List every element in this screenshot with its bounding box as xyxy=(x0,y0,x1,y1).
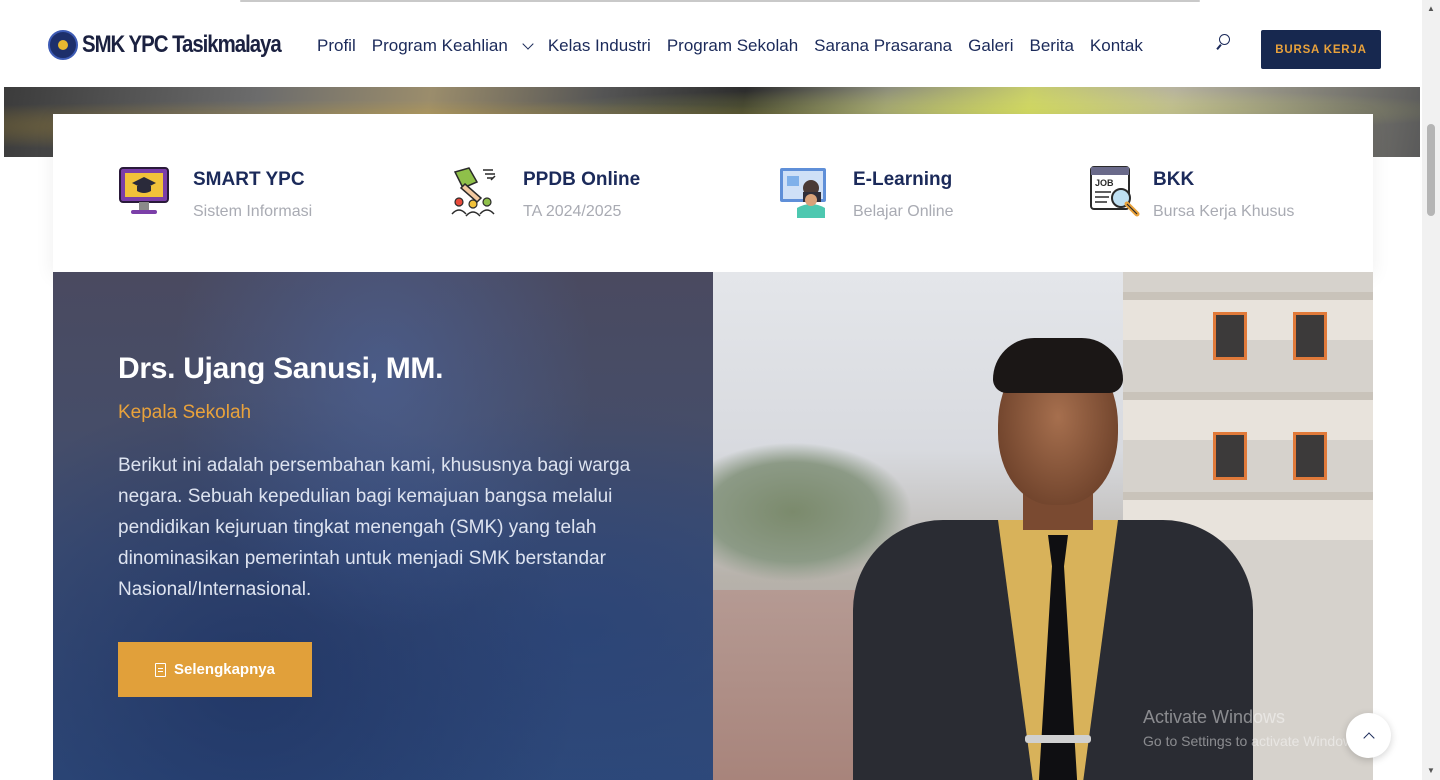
feature-subtitle: Bursa Kerja Khusus xyxy=(1153,203,1295,220)
chevron-down-icon xyxy=(522,38,534,50)
feature-smart-ypc[interactable]: SMART YPC Sistem Informasi xyxy=(53,114,383,272)
nav-label: Program Sekolah xyxy=(666,36,799,55)
scroll-up-arrow-icon[interactable]: ▲ xyxy=(1426,4,1436,14)
portrait-hair xyxy=(993,338,1123,393)
search-icon-handle xyxy=(1216,44,1222,50)
nav-program-sekolah[interactable]: Program Sekolah xyxy=(667,36,798,56)
elearning-icon xyxy=(780,168,826,218)
principal-name: Drs. Ujang Sanusi, MM. xyxy=(118,352,444,385)
svg-text:JOB: JOB xyxy=(1095,178,1114,188)
site-header: SMK YPC Tasikmalaya Profil Program Keahl… xyxy=(4,6,1422,87)
main-nav: Profil Program Keahlian Kelas Industri P… xyxy=(317,36,1143,56)
building-window xyxy=(1293,432,1327,480)
nav-label: Program Keahlian xyxy=(371,36,508,55)
bursa-kerja-button[interactable]: BURSA KERJA xyxy=(1261,30,1381,69)
school-emblem-icon xyxy=(48,30,78,60)
feature-subtitle: Sistem Informasi xyxy=(193,203,313,220)
feature-title: PPDB Online xyxy=(523,169,641,190)
browser-viewport: SMK YPC Tasikmalaya Profil Program Keahl… xyxy=(0,0,1440,780)
building-window xyxy=(1293,312,1327,360)
feature-subtitle: TA 2024/2025 xyxy=(523,203,622,220)
back-to-top-button[interactable] xyxy=(1346,713,1391,758)
nav-kelas-industri[interactable]: Kelas Industri xyxy=(548,36,651,56)
windows-activation-title: Activate Windows xyxy=(1143,707,1286,727)
page-scrollbar[interactable]: ▲ ▼ xyxy=(1422,0,1440,780)
site-logo[interactable]: SMK YPC Tasikmalaya xyxy=(48,30,316,60)
feature-title: BKK xyxy=(1153,169,1195,190)
search-icon[interactable] xyxy=(1216,34,1232,52)
nav-label: Profil xyxy=(317,36,356,55)
nav-label: Sarana Prasarana xyxy=(814,36,953,55)
principal-welcome-panel: Drs. Ujang Sanusi, MM. Kepala Sekolah Be… xyxy=(53,272,713,780)
search-icon-ring xyxy=(1219,34,1230,45)
scrollbar-thumb[interactable] xyxy=(1427,124,1435,216)
nav-kontak[interactable]: Kontak xyxy=(1090,36,1143,56)
portrait-tie-clip xyxy=(1025,735,1091,743)
nav-galeri[interactable]: Galeri xyxy=(968,36,1013,56)
read-more-button[interactable]: Selengkapnya xyxy=(118,642,312,697)
principal-photo xyxy=(713,272,1373,780)
top-progress-line xyxy=(240,0,1200,2)
nav-label: Berita xyxy=(1029,36,1074,55)
feature-title: E-Learning xyxy=(853,169,953,190)
principal-role: Kepala Sekolah xyxy=(118,402,252,423)
feature-title: SMART YPC xyxy=(193,169,305,190)
windows-activation-hint: Go to Settings to activate Windows. xyxy=(1143,733,1364,749)
nav-profil[interactable]: Profil xyxy=(317,36,356,56)
chevron-up-icon xyxy=(1362,731,1375,744)
registration-icon xyxy=(451,167,496,217)
document-icon xyxy=(155,662,167,677)
feature-bkk[interactable]: JOB BKK Bursa Kerja Khusus xyxy=(1043,114,1373,272)
monitor-graduation-icon xyxy=(119,167,169,214)
nav-label: Kelas Industri xyxy=(547,36,651,55)
logo-text: SMK YPC Tasikmalaya xyxy=(82,31,282,58)
nav-sarana-prasarana[interactable]: Sarana Prasarana xyxy=(814,36,952,56)
job-search-icon: JOB xyxy=(1090,166,1140,217)
nav-label: Kontak xyxy=(1089,36,1143,55)
scroll-down-arrow-icon[interactable]: ▼ xyxy=(1426,766,1436,776)
nav-berita[interactable]: Berita xyxy=(1030,36,1074,56)
nav-label: Galeri xyxy=(968,36,1014,55)
feature-cards: SMART YPC Sistem Informasi PPDB Online T… xyxy=(53,114,1373,272)
nav-program-keahlian[interactable]: Program Keahlian xyxy=(371,36,534,56)
read-more-label: Selengkapnya xyxy=(174,661,275,678)
feature-e-learning[interactable]: E-Learning Belajar Online xyxy=(713,114,1043,272)
feature-subtitle: Belajar Online xyxy=(853,203,954,220)
feature-ppdb-online[interactable]: PPDB Online TA 2024/2025 xyxy=(383,114,713,272)
welcome-description: Berikut ini adalah persembahan kami, khu… xyxy=(118,455,631,600)
